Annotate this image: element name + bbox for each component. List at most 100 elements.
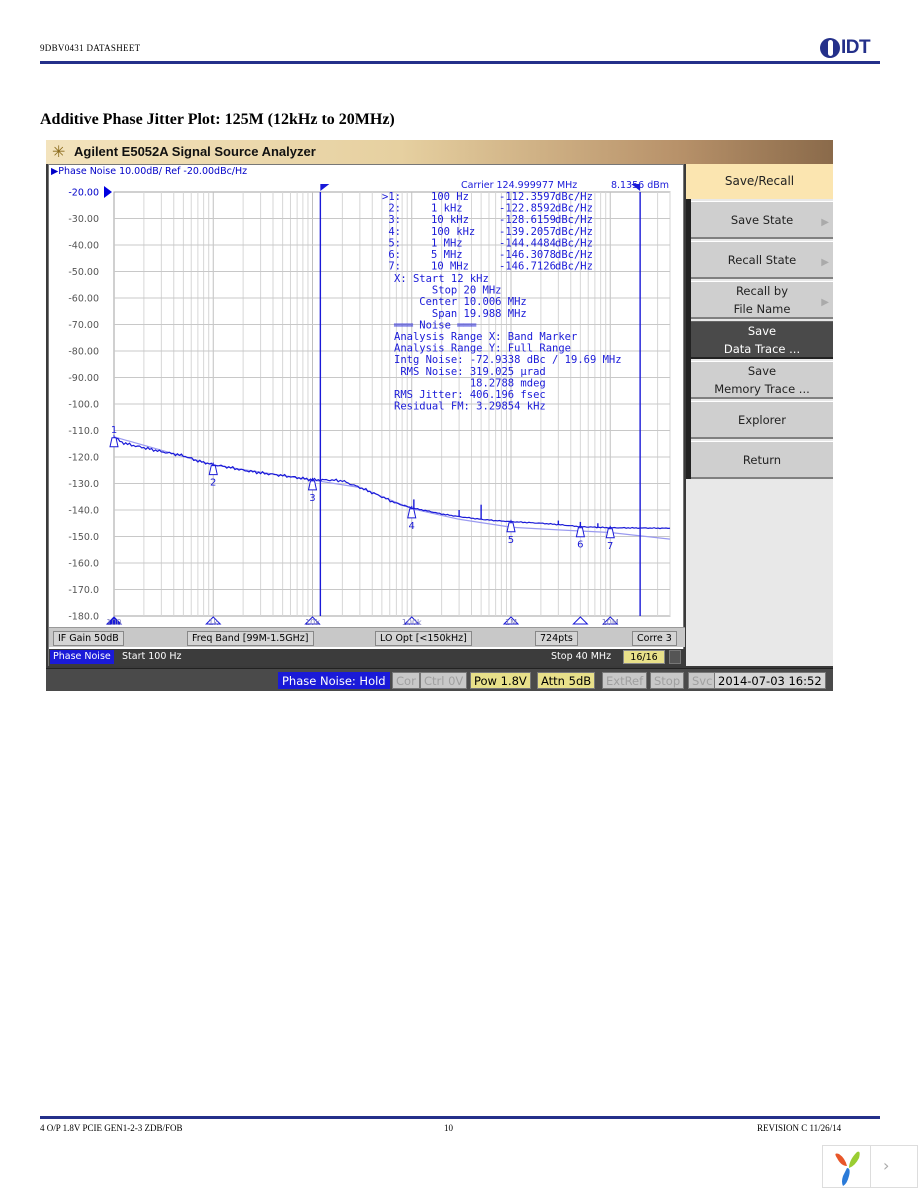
idt-logo-text: IDT	[841, 37, 871, 58]
carrier-frequency-readout: Carrier 124.999977 MHz	[461, 180, 577, 191]
status-indicator-pow-1-8v: Pow 1.8V	[470, 672, 531, 689]
marker-readout-cell: dBc/Hz	[555, 237, 593, 249]
status-indicator-2014-07-03-16-52: 2014-07-03 16:52	[714, 672, 826, 689]
marker-readout-cell: 7:	[388, 261, 401, 273]
y-tick-label: -120.0	[68, 453, 99, 464]
marker-readout-cell: -146.3078	[499, 249, 556, 261]
phase-noise-plot: -20.00 -30.00 -40.00 -50.00 -60.00 -70.00 -80.…	[68, 180, 671, 627]
sweep-count: 16/16	[623, 650, 665, 664]
noise-analysis-readout-line: RMS Noise: 319.025 µrad	[394, 366, 546, 378]
viewer-logo-icon[interactable]	[823, 1146, 871, 1188]
marker-readout-cell: 10 MHz	[431, 261, 469, 273]
marker-triangle-icon	[605, 528, 615, 539]
status-indicator-extref: ExtRef	[602, 672, 648, 689]
softkey-explorer[interactable]: Explorer	[691, 401, 833, 439]
marker-readout-cell: dBc/Hz	[555, 191, 593, 203]
marker-number-label: 4	[409, 521, 415, 532]
softkey-recall-state[interactable]: Recall State ▶	[691, 241, 833, 279]
x-tick-label: 100	[106, 618, 121, 627]
y-tick-label: -90.00	[68, 373, 99, 384]
marker-readout-cell: 3:	[388, 214, 401, 226]
marker-readout-cell: 5:	[388, 237, 401, 249]
marker-readout-cell: 100 Hz	[431, 191, 469, 203]
marker-readout-cell: 1 MHz	[431, 237, 463, 249]
correlation-status[interactable]: Corre 3	[632, 631, 677, 646]
y-tick-label: -20.00	[68, 188, 99, 199]
footer-rule	[40, 1116, 880, 1119]
submenu-arrow-icon: ▶	[821, 257, 829, 268]
footer-revision: REVISION C 11/26/14	[757, 1123, 842, 1133]
submenu-arrow-icon: ▶	[821, 297, 829, 308]
marker-number-label: 7	[607, 541, 613, 552]
noise-analysis-readout-line: Center 10.006 MHz	[394, 296, 527, 308]
y-tick-label: -150.0	[68, 532, 99, 543]
marker-readout-cell: 1 kHz	[431, 203, 463, 215]
marker-readout-cell: -122.8592	[499, 203, 556, 215]
idt-logo: IDT	[820, 37, 880, 59]
softkey-save-memory-trace[interactable]: Save Memory Trace ...	[691, 361, 833, 399]
softkey-recall-by-file-name[interactable]: Recall by File Name ▶	[691, 281, 833, 319]
marker-readout-cell: 6:	[388, 249, 401, 261]
marker-triangle-icon	[407, 508, 417, 519]
marker-readout-cell: -128.6159	[499, 214, 556, 226]
marker-triangle-icon	[506, 522, 516, 533]
softkey-save-data-trace[interactable]: Save Data Trace ...	[691, 321, 833, 359]
status-indicator-svc: Svc	[688, 672, 717, 689]
softkey-label: Save State	[730, 212, 794, 227]
submenu-arrow-icon: ▶	[821, 217, 829, 228]
marker-number-label: 5	[508, 535, 514, 546]
noise-analysis-readout-line: Stop 20 MHz	[394, 285, 501, 297]
y-tick-label: -70.00	[68, 320, 99, 331]
noise-analysis-readout-line: Span 19.988 MHz	[394, 308, 527, 320]
marker-triangle-icon	[109, 437, 119, 448]
stop-frequency: Stop 40 MHz	[551, 651, 612, 662]
marker-readout-cell: -144.4484	[499, 237, 556, 249]
measurement-tag[interactable]: Phase Noise	[50, 650, 114, 664]
status-indicator-phase-noise-hold[interactable]: Phase Noise: Hold	[278, 672, 390, 689]
marker-number-label: 6	[577, 540, 583, 551]
noise-analysis-readout-line: RMS Jitter: 406.196 fsec	[394, 389, 546, 401]
analyzer-screenshot: ✳ Agilent E5052A Signal Source Analyzer …	[46, 140, 833, 691]
marker-readout-cell: >1:	[382, 191, 401, 203]
y-tick-label: -40.00	[68, 241, 99, 252]
next-page-chevron-icon[interactable]: ›	[883, 1156, 889, 1175]
marker-number-label: 3	[309, 493, 315, 504]
y-tick-label: -80.00	[68, 347, 99, 358]
softkey-menu: Save/Recall Save State ▶ Recall State ▶ Reca…	[686, 164, 833, 666]
x-tick-label: 10M	[602, 618, 619, 627]
page-nav-widget: ›	[822, 1145, 918, 1188]
y-tick-label: -30.00	[68, 214, 99, 225]
if-gain-status[interactable]: IF Gain 50dB	[53, 631, 124, 646]
points-status[interactable]: 724pts	[535, 631, 578, 646]
noise-analysis-readout-line: ═══ Noise ═══	[393, 319, 477, 331]
page-number: 10	[444, 1123, 453, 1133]
analyzer-window-title: Agilent E5052A Signal Source Analyzer	[74, 144, 316, 159]
marker-triangle-icon	[208, 465, 218, 476]
softkey-label: Data Trace ...	[723, 341, 801, 356]
status-indicator-ctrl-0v: Ctrl 0V	[420, 672, 468, 689]
marker-readout-cell: 4:	[388, 226, 401, 238]
noise-analysis-readout-line: Intg Noise: -72.9338 dBc / 19.69 MHz	[394, 354, 622, 366]
carrier-power-readout: 8.1356 dBm	[611, 180, 669, 191]
lo-opt-status[interactable]: LO Opt [<150kHz]	[375, 631, 472, 646]
x-tick-label: 1M	[505, 618, 517, 627]
y-tick-label: -170.0	[68, 585, 99, 596]
marker-readout-cell: dBc/Hz	[555, 214, 593, 226]
marker-triangle-icon	[575, 527, 585, 538]
menu-title: Save/Recall	[686, 164, 833, 199]
marker-readout-cell: dBc/Hz	[555, 249, 593, 261]
freq-band-status[interactable]: Freq Band [99M-1.5GHz]	[187, 631, 314, 646]
status-indicator-attn-5db: Attn 5dB	[537, 672, 596, 689]
marker-readout-cell: 5 MHz	[431, 249, 463, 261]
start-frequency: Start 100 Hz	[122, 651, 182, 662]
idt-logo-mark-icon	[820, 38, 840, 58]
y-tick-label: -130.0	[68, 479, 99, 490]
softkey-label: Explorer	[738, 412, 786, 427]
agilent-spark-icon: ✳	[52, 142, 66, 161]
softkey-return[interactable]: Return	[691, 441, 833, 479]
noise-analysis-readout-line: Residual FM: 3.29854 kHz	[394, 401, 546, 413]
softkey-save-state[interactable]: Save State ▶	[691, 201, 833, 239]
y-tick-label: -60.00	[68, 294, 99, 305]
analyzer-title-bar: ✳ Agilent E5052A Signal Source Analyzer	[46, 140, 833, 164]
noise-analysis-readout-line: Analysis Range Y: Full Range	[394, 343, 571, 355]
